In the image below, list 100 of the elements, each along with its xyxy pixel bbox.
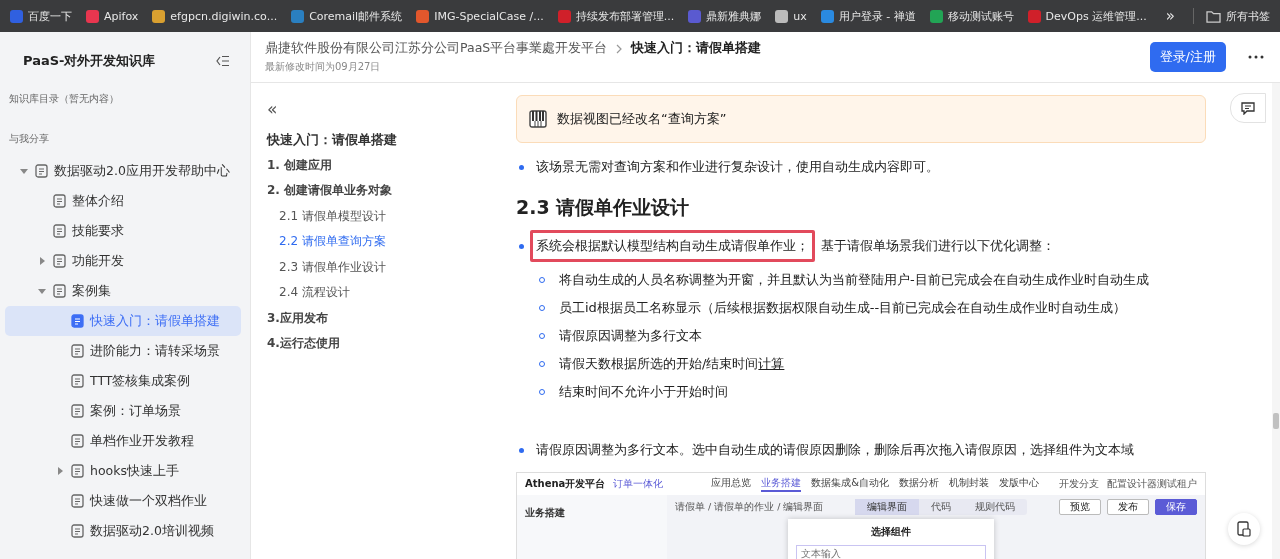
all-bookmarks-button[interactable]: 所有书签 xyxy=(1204,6,1272,26)
document-icon xyxy=(35,164,48,178)
login-button[interactable]: 登录/注册 xyxy=(1149,42,1226,72)
bullet-icon xyxy=(519,243,524,249)
float-action-button[interactable] xyxy=(1228,513,1260,545)
nav-label: 数据分析 xyxy=(899,476,940,490)
document-icon xyxy=(71,524,84,538)
tree-item[interactable]: 单档作业开发教程 xyxy=(5,426,241,456)
bullet-icon xyxy=(519,447,524,453)
nav-label: 发版中心 xyxy=(999,476,1040,490)
toc-link[interactable]: 2.3 请假单作业设计 xyxy=(267,254,386,280)
bookmark[interactable]: DevOps 运维管理... xyxy=(1025,6,1149,26)
view-tab-label: 代码 xyxy=(930,500,953,514)
tree-item[interactable]: 功能开发 xyxy=(5,246,241,276)
highlighted-text: 系统会根据默认模型结构自动生成请假单作业； xyxy=(530,230,815,262)
document-icon xyxy=(71,344,84,358)
bullet-icon xyxy=(519,164,524,170)
tree-item[interactable]: 案例集 xyxy=(5,276,241,306)
document-icon xyxy=(1237,521,1251,537)
dialog-title: 选择组件 xyxy=(871,525,911,539)
toc-link[interactable]: 2. 创建请假单业务对象 xyxy=(267,178,393,204)
nav-label: 业务搭建 xyxy=(761,476,802,492)
tree-item[interactable]: 数据驱动2.0培训视频 xyxy=(5,516,241,546)
paragraph: 请假原因调整为多行文本。选中自动生成的请假原因删除，删除后再次拖入请假原因，选择组件为文本域 xyxy=(536,441,1134,459)
tree-item[interactable]: 快速入门：请假单搭建 xyxy=(5,306,241,336)
caret-icon xyxy=(56,467,64,475)
breadcrumb: 请假单 / 请假单的作业 / 编辑界面 xyxy=(675,500,824,514)
branch-label: 开发分支 xyxy=(1059,477,1099,491)
caret-icon xyxy=(20,167,28,175)
nav-label: 应用总览 xyxy=(711,476,752,490)
nav-label: 机制封装 xyxy=(949,476,990,490)
tenant-label: 配置设计器测试租户 xyxy=(1107,477,1197,491)
view-tab-label: 编辑界面 xyxy=(855,499,920,515)
toc-link[interactable]: 3.应用发布 xyxy=(267,305,328,331)
section-heading: 2.3 请假单作业设计 xyxy=(516,195,691,220)
tree-item[interactable]: 技能要求 xyxy=(5,216,241,246)
list-item: 将自动生成的人员名称调整为开窗，并且默认为当前登陆用户-目前已完成会在自动生成作业时自动生成 xyxy=(559,271,1149,289)
view-tab-label: 规则代码 xyxy=(974,500,1017,514)
document-icon xyxy=(53,284,66,298)
folder-icon xyxy=(1206,9,1221,23)
tree-item[interactable]: hooks快速上手 xyxy=(5,456,241,486)
page-title: 快速入门：请假单搭建 xyxy=(631,40,762,57)
side-title: 业务搭建 xyxy=(525,507,565,518)
document-icon xyxy=(71,314,84,328)
more-bookmarks-button[interactable]: » xyxy=(1157,7,1183,25)
bookmark[interactable]: 用户登录 - 禅道 xyxy=(818,6,918,26)
collapse-sidebar-icon[interactable] xyxy=(216,55,230,67)
tree-item[interactable]: 整体介绍 xyxy=(5,186,241,216)
bookmark[interactable]: IMG-SpecialCase /... xyxy=(414,6,546,26)
document-icon xyxy=(71,434,84,448)
bookmark[interactable]: Coremail邮件系统 xyxy=(289,6,405,26)
toc-link[interactable]: 2.2 请假单查询方案 xyxy=(267,229,386,255)
bookmark[interactable]: Apifox xyxy=(84,6,141,26)
paragraph: 基于请假单场景我们进行以下优化调整： xyxy=(821,237,1055,255)
tree-item[interactable]: 进阶能力：请转采场景 xyxy=(5,336,241,366)
comment-button[interactable] xyxy=(1230,93,1266,123)
nav-label: 数据集成&自动化 xyxy=(811,476,890,490)
document-icon xyxy=(53,194,66,208)
modified-date: 最新修改时间为09月27日 xyxy=(265,60,382,74)
document-icon xyxy=(53,254,66,268)
document-icon xyxy=(71,404,84,418)
caret-icon xyxy=(38,287,46,295)
toc-link[interactable]: 2.4 流程设计 xyxy=(267,280,350,306)
catalog-label: 知识库目录（暂无内容） xyxy=(8,92,120,106)
knowledge-base-title: PaaS-对外开发知识库 xyxy=(23,52,156,70)
bookmark[interactable]: 鼎新雅典娜 xyxy=(686,6,764,26)
document-icon xyxy=(71,464,84,478)
tree-item[interactable]: TTT签核集成案例 xyxy=(5,366,241,396)
breadcrumb-link[interactable]: 鼎捷软件股份有限公司江苏分公司PaaS平台事業處开发平台 xyxy=(265,40,608,57)
tree-item[interactable]: 数据驱动2.0应用开发帮助中心 xyxy=(5,156,241,186)
toc-link[interactable]: 1. 创建应用 xyxy=(267,152,333,178)
toc-link[interactable]: 2.1 请假单模型设计 xyxy=(267,203,386,229)
app-name: Athena开发平台 xyxy=(525,477,606,491)
comment-icon xyxy=(1241,101,1255,115)
tree-item[interactable]: 案例：订单场景 xyxy=(5,396,241,426)
bookmark[interactable]: efgpcn.digiwin.co... xyxy=(150,6,280,26)
scrollbar-thumb[interactable] xyxy=(1273,413,1279,429)
search-field[interactable]: 文本输入 xyxy=(796,545,986,559)
bookmark[interactable]: 百度一下 xyxy=(8,6,74,26)
more-icon[interactable] xyxy=(1248,55,1264,59)
document-icon xyxy=(71,494,84,508)
bookmark[interactable]: 持续发布部署管理... xyxy=(555,6,677,26)
document-icon xyxy=(71,374,84,388)
list-item: 请假原因调整为多行文本 xyxy=(559,327,702,345)
paragraph: 该场景无需对查询方案和作业进行复杂设计，使用自动生成内容即可。 xyxy=(536,158,939,176)
callout-text: 数据视图已经改名“查询方案” xyxy=(557,110,727,128)
tree-item[interactable]: 快速做一个双档作业 xyxy=(5,486,241,516)
bookmark[interactable]: 移动测试账号 xyxy=(927,6,1016,26)
toc-link[interactable]: 4.运行态使用 xyxy=(267,331,340,357)
bookmark[interactable]: ux xyxy=(773,6,809,26)
chevron-icon xyxy=(616,43,623,54)
text-link[interactable]: 计算 xyxy=(758,356,785,371)
piano-icon xyxy=(529,110,547,128)
list-item: 结束时间不允许小于开始时间 xyxy=(559,383,728,401)
list-item: 请假天数根据所选的开始/结束时间计算 xyxy=(559,355,785,373)
section-label: 与我分享 xyxy=(8,132,50,146)
toc-link[interactable]: 快速入门：请假单搭建 xyxy=(267,127,397,153)
document-icon xyxy=(53,224,66,238)
collapse-toc-button[interactable]: « xyxy=(267,99,278,119)
list-item: 员工id根据员工名称显示（后续根据数据权限自动生成--目前已完成会在自动生成作业时自动生成） xyxy=(559,299,1127,317)
